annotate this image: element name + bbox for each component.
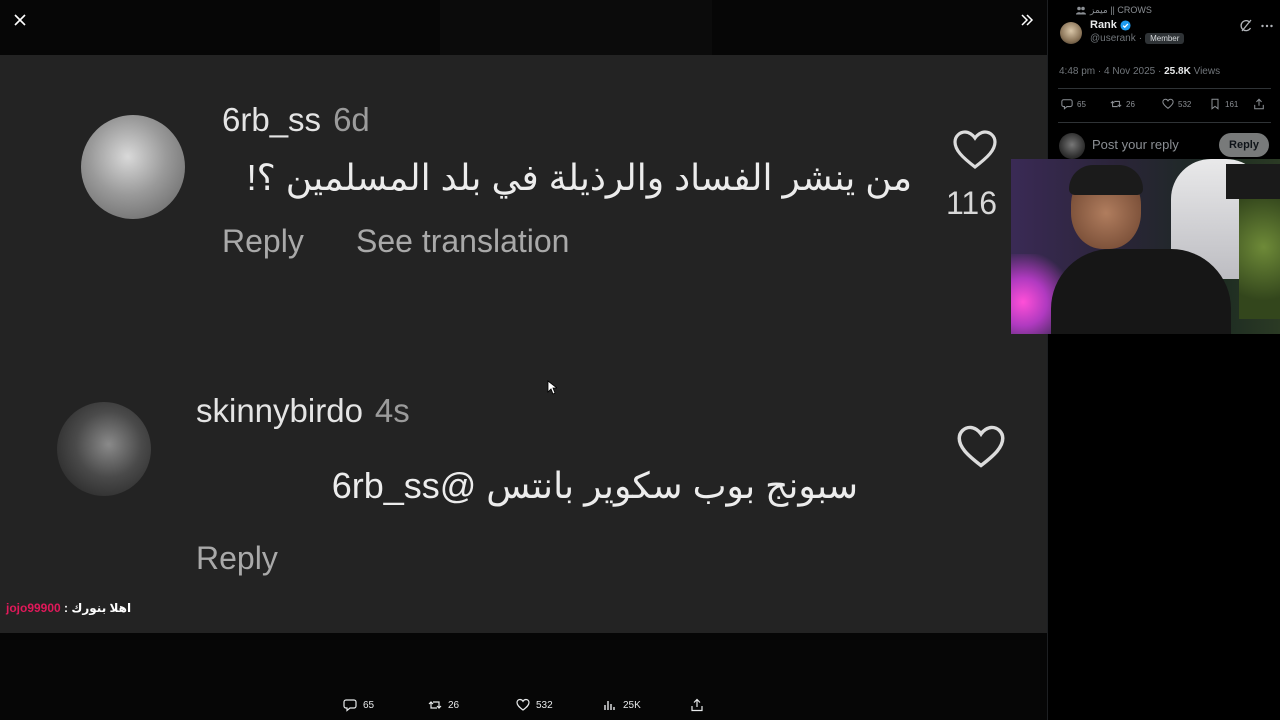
see-translation-link: See translation [356, 223, 570, 259]
comment-text: سبونج بوب سكوير بانتس @6rb_ss [331, 465, 858, 506]
post-time[interactable]: 4:48 pm [1059, 66, 1095, 77]
video-comment: 6rb_ss 6d من ينشر الفساد والرذيلة في بلد … [0, 55, 1047, 315]
reply-icon [1061, 99, 1073, 110]
bookmark-icon [1211, 98, 1219, 110]
mouse-cursor-icon [547, 380, 557, 395]
community-label[interactable]: ميمز || CROWS [1076, 5, 1152, 16]
views-label: Views [1193, 66, 1221, 77]
verified-badge-icon [1120, 19, 1131, 31]
author-name: Rank [1090, 19, 1117, 31]
reply-count: 65 [1077, 99, 1086, 109]
post-sidebar: ميمز || CROWS Rank @userank · Member 4:4… [1047, 0, 1280, 720]
separator-dot: · [1097, 66, 1102, 77]
post-actions: 65 26 532 161 [1048, 98, 1280, 114]
video-frame[interactable]: 6rb_ss 6d من ينشر الفساد والرذيلة في بلد … [0, 55, 1047, 633]
share-icon [691, 698, 703, 712]
community-icon [1076, 6, 1086, 15]
member-badge: Member [1145, 33, 1185, 44]
stream-chat-message: jojo99900 : اهلا بنورك [6, 601, 131, 615]
comment-like-count: 116 [946, 185, 998, 221]
divider [1058, 122, 1271, 123]
repost-icon [1110, 100, 1122, 108]
repost-count: 26 [1126, 99, 1135, 109]
expand-icon [1021, 14, 1034, 26]
webcam-overlay [1011, 159, 1280, 334]
reply-icon [343, 699, 357, 712]
bottom-action-bar: 65 26 532 25K [340, 696, 720, 714]
share-action[interactable] [1253, 98, 1265, 110]
expand-button[interactable] [1016, 10, 1038, 30]
post-meta: 4:48 pm · 4 Nov 2025 · 25.8K Views [1059, 66, 1220, 77]
grok-icon[interactable] [1239, 19, 1253, 33]
post-date[interactable]: 4 Nov 2025 [1104, 66, 1155, 77]
heart-icon [1162, 98, 1174, 109]
reply-button[interactable]: Reply [1219, 133, 1269, 157]
comment-reply-link: Reply [222, 223, 304, 259]
divider [1058, 88, 1271, 89]
close-icon [14, 14, 26, 26]
comment-age: 4s [374, 392, 410, 429]
author-handle[interactable]: @userank [1090, 33, 1136, 44]
separator-dot: · [1157, 66, 1162, 77]
community-name: ميمز || CROWS [1090, 5, 1152, 15]
bookmark-action[interactable]: 161 [1209, 98, 1238, 110]
commenter-avatar [81, 115, 185, 219]
bookmark-count: 161 [1225, 99, 1239, 109]
heart-icon [956, 424, 1006, 470]
comment-header: skinnybirdo 4s [196, 392, 410, 430]
reply-count: 65 [363, 699, 375, 711]
chat-separator: : [60, 601, 72, 615]
comment-age: 6d [333, 101, 370, 138]
views-count: 25.8K [1164, 66, 1191, 77]
views-icon [604, 701, 615, 710]
more-options-icon[interactable] [1260, 19, 1274, 33]
author-name-row[interactable]: Rank [1090, 19, 1131, 31]
close-button[interactable] [10, 10, 30, 30]
current-user-avatar [1059, 133, 1085, 159]
commenter-avatar [57, 402, 151, 496]
heart-icon [516, 698, 530, 711]
share-action[interactable] [690, 698, 704, 712]
repost-action[interactable]: 26 [428, 698, 459, 712]
repost-count: 26 [448, 699, 460, 711]
reply-input[interactable] [1092, 137, 1212, 152]
media-viewer: 6rb_ss 6d من ينشر الفساد والرذيلة في بلد … [0, 0, 1047, 720]
comment-header: 6rb_ss 6d [222, 101, 370, 139]
video-comment: skinnybirdo 4s سبونج بوب سكوير بانتس @6rb… [0, 355, 1047, 615]
chat-username: jojo99900 [6, 601, 61, 615]
chat-text: اهلا بنورك [71, 601, 132, 615]
like-count: 532 [536, 699, 553, 711]
comment-username: 6rb_ss [222, 101, 322, 138]
author-handle-row: @userank · Member [1090, 33, 1185, 44]
views-count: 25K [623, 699, 641, 711]
reply-action[interactable]: 65 [343, 698, 374, 712]
repost-action[interactable]: 26 [1110, 98, 1135, 110]
share-icon [1254, 98, 1264, 110]
heart-icon [952, 129, 998, 171]
like-action[interactable]: 532 [1162, 98, 1191, 110]
background-header-ghost [440, 0, 712, 56]
like-count: 532 [1178, 99, 1192, 109]
comment-text: من ينشر الفساد والرذيلة في بلد المسلمين … [246, 157, 912, 198]
separator-dot: · [1138, 33, 1143, 44]
comment-reply-link: Reply [196, 540, 278, 576]
reply-action[interactable]: 65 [1061, 98, 1086, 110]
repost-icon [428, 701, 442, 709]
like-action[interactable]: 532 [516, 698, 553, 712]
views-action[interactable]: 25K [603, 698, 641, 712]
comment-username: skinnybirdo [196, 392, 363, 429]
author-avatar[interactable] [1060, 22, 1082, 44]
